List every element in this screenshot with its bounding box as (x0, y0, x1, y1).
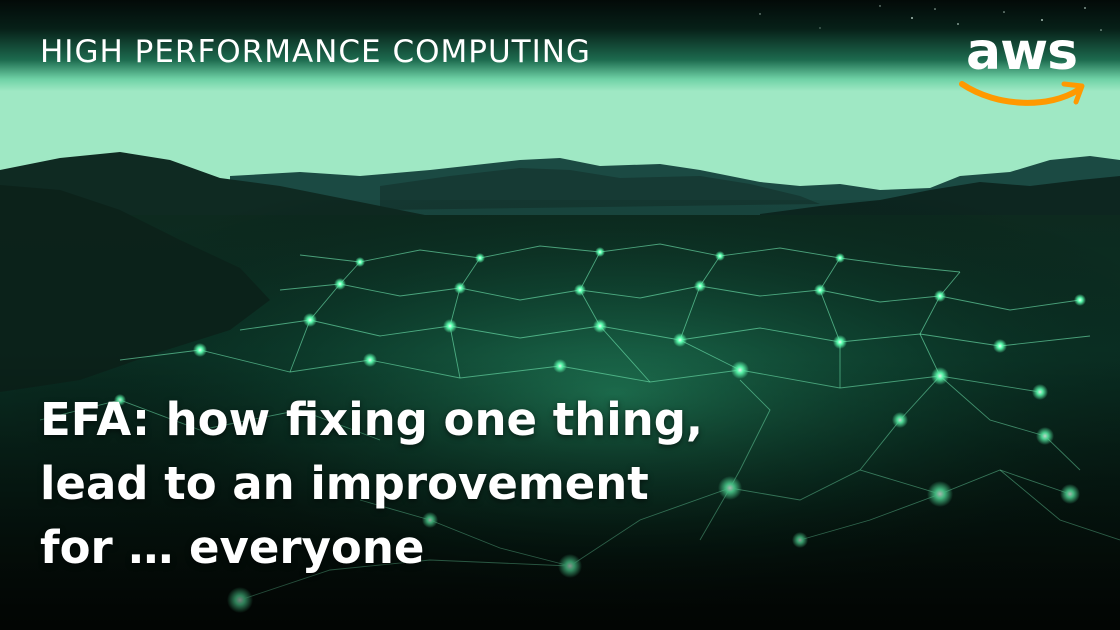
aws-smile-arrow-icon (959, 81, 1085, 106)
hpc-blog-banner: HIGH PERFORMANCE COMPUTING aws EFA: how … (0, 0, 1120, 630)
headline-line: lead to an improvement (40, 457, 649, 510)
headline-line: for … everyone (40, 521, 425, 574)
article-headline: EFA: how fixing one thing, lead to an im… (40, 388, 800, 580)
aws-wordmark: aws (966, 22, 1078, 82)
aws-logo: aws (958, 26, 1090, 112)
category-label: HIGH PERFORMANCE COMPUTING (40, 34, 591, 70)
headline-line: EFA: how fixing one thing, (40, 393, 704, 446)
